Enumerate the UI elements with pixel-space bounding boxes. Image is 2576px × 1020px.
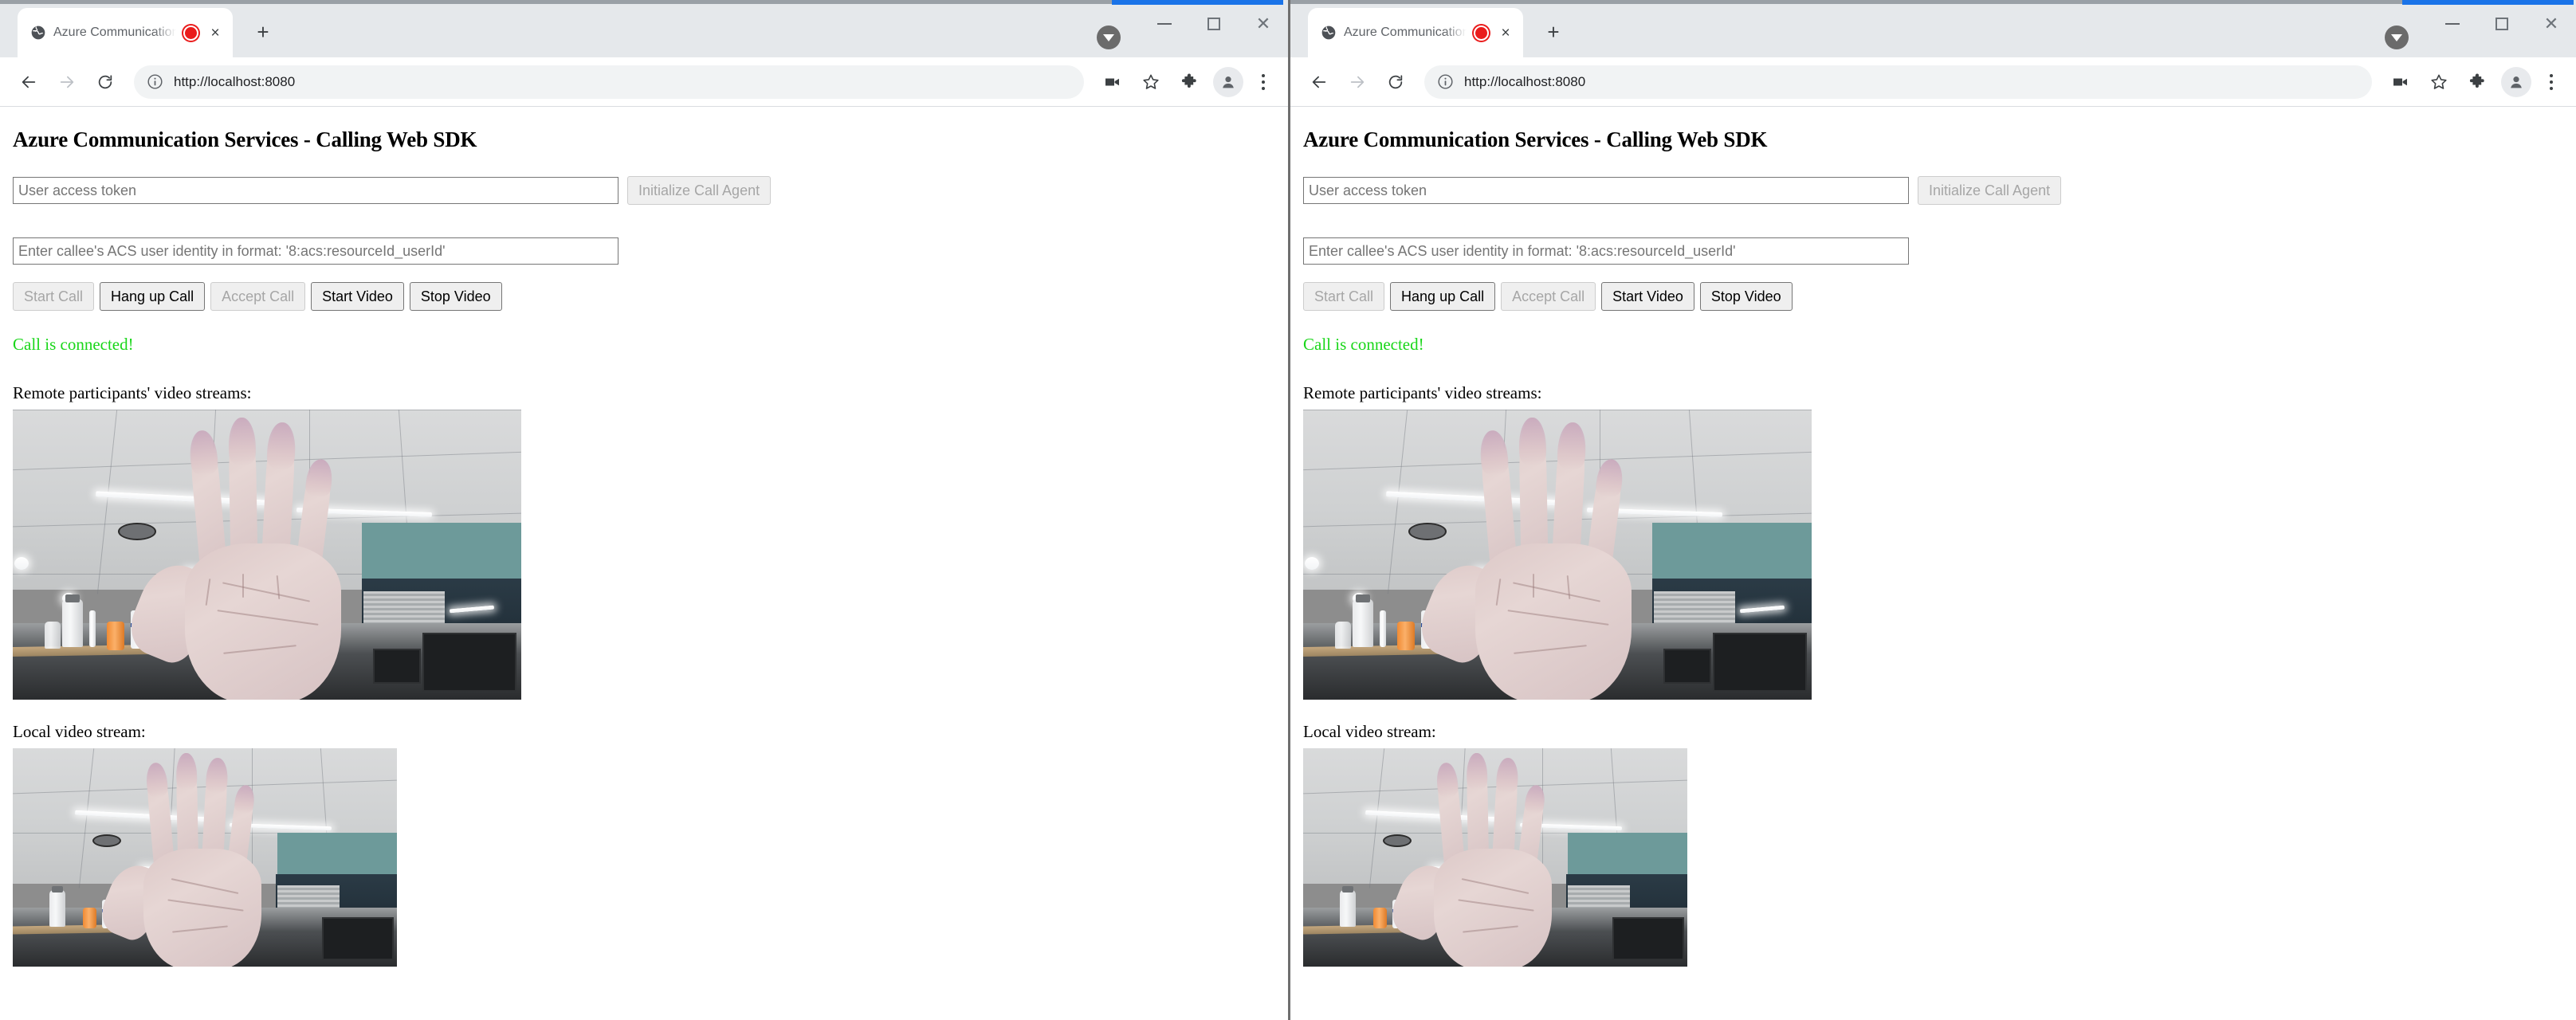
tab-strip: Azure Communication Servic × + ✕ [0,0,1288,57]
titlebar-accent-bar [1112,0,1283,5]
browser-toolbar: http://localhost:8080 [0,57,1288,107]
window-controls: ✕ [1097,0,1288,57]
recording-dot-icon [183,25,198,41]
puzzle-extensions-icon[interactable] [2460,65,2495,100]
tab-title: Azure Communication Servic [1344,26,1467,39]
back-button[interactable] [11,65,46,100]
local-stream-label: Local video stream: [13,722,146,741]
url-text: http://localhost:8080 [1464,73,1586,89]
address-bar[interactable]: http://localhost:8080 [134,65,1084,99]
video-camera-icon[interactable] [2383,65,2418,100]
forward-button[interactable] [49,65,84,100]
remote-streams-label: Remote participants' video streams: [1303,383,1542,402]
maximize-button[interactable] [1189,6,1239,41]
browser-window-left: Azure Communication Servic × + ✕ [0,0,1288,1020]
start-video-button[interactable]: Start Video [311,282,404,311]
star-icon[interactable] [1133,65,1168,100]
profile-avatar-icon[interactable] [2501,66,2531,97]
url-text: http://localhost:8080 [174,73,296,89]
page-title: Azure Communication Services - Calling W… [1303,128,1768,151]
profile-avatar-icon[interactable] [1213,66,1243,97]
close-icon[interactable]: × [206,23,225,42]
reload-button[interactable] [1378,65,1413,100]
page-title: Azure Communication Services - Calling W… [13,128,477,151]
remote-streams-label: Remote participants' video streams: [13,383,252,402]
browser-tab[interactable]: Azure Communication Servic × [1308,8,1523,57]
titlebar-inactive-bar [1290,0,2402,4]
accept-call-button[interactable]: Accept Call [1501,282,1596,311]
puzzle-extensions-icon[interactable] [1172,65,1207,100]
globe-favicon [31,26,45,40]
call-status-text: Call is connected! [13,335,134,354]
new-tab-button[interactable]: + [1541,19,1566,45]
local-stream-label: Local video stream: [1303,722,1436,741]
video-camera-icon[interactable] [1095,65,1130,100]
close-window-button[interactable]: ✕ [1239,6,1288,41]
local-video-stream[interactable] [1303,748,1687,967]
titlebar-inactive-bar [0,0,1112,4]
call-status-text: Call is connected! [1303,335,1424,354]
minimize-button[interactable] [2428,6,2477,41]
star-icon[interactable] [2421,65,2456,100]
tab-title: Azure Communication Servic [53,26,176,39]
start-video-button[interactable]: Start Video [1601,282,1694,311]
start-call-button[interactable]: Start Call [1303,282,1385,311]
close-icon[interactable]: × [1496,23,1515,42]
token-row: User access token Initialize Call Agent [1303,176,2563,205]
browser-window-right: Azure Communication Servic × + ✕ [1288,0,2576,1020]
dual-browser-screen: Azure Communication Servic × + ✕ [0,0,2576,1020]
minimize-button[interactable] [1140,6,1189,41]
token-row: User access token Initialize Call Agent [13,176,1275,205]
initialize-call-agent-button[interactable]: Initialize Call Agent [627,176,772,205]
kebab-menu-icon[interactable] [1250,65,1277,100]
download-arrow-icon[interactable] [2385,26,2409,49]
recording-dot-icon [1474,25,1489,41]
user-access-token-input[interactable]: User access token [1303,177,1909,204]
browser-tab[interactable]: Azure Communication Servic × [18,8,233,57]
callee-identity-input[interactable]: Enter callee's ACS user identity in form… [1303,237,1909,265]
stop-video-button[interactable]: Stop Video [409,282,502,311]
close-window-button[interactable]: ✕ [2527,6,2576,41]
forward-button[interactable] [1340,65,1375,100]
info-circle-icon [147,74,163,89]
maximize-button[interactable] [2477,6,2527,41]
user-access-token-input[interactable]: User access token [13,177,618,204]
stop-video-button[interactable]: Stop Video [1699,282,1793,311]
download-arrow-icon[interactable] [1097,26,1121,49]
call-controls: Start Call Hang up Call Accept Call Star… [1303,282,2563,311]
tab-strip: Azure Communication Servic × + ✕ [1290,0,2576,57]
info-circle-icon [1438,74,1453,89]
call-controls: Start Call Hang up Call Accept Call Star… [13,282,1275,311]
hang-up-call-button[interactable]: Hang up Call [1390,282,1496,311]
titlebar-accent-bar [2402,0,2574,5]
accept-call-button[interactable]: Accept Call [210,282,306,311]
hang-up-call-button[interactable]: Hang up Call [100,282,206,311]
browser-toolbar: http://localhost:8080 [1290,57,2576,107]
initialize-call-agent-button[interactable]: Initialize Call Agent [1918,176,2062,205]
back-button[interactable] [1302,65,1337,100]
remote-video-stream[interactable] [13,410,521,700]
address-bar[interactable]: http://localhost:8080 [1424,65,2372,99]
page-content: Azure Communication Services - Calling W… [1290,107,2576,1020]
globe-favicon [1321,26,1336,40]
local-video-stream[interactable] [13,748,397,967]
start-call-button[interactable]: Start Call [13,282,95,311]
reload-button[interactable] [88,65,123,100]
window-controls: ✕ [2385,0,2576,57]
callee-identity-input[interactable]: Enter callee's ACS user identity in form… [13,237,618,265]
new-tab-button[interactable]: + [250,19,276,45]
page-content: Azure Communication Services - Calling W… [0,107,1288,1020]
remote-video-stream[interactable] [1303,410,1812,700]
kebab-menu-icon[interactable] [2538,65,2565,100]
